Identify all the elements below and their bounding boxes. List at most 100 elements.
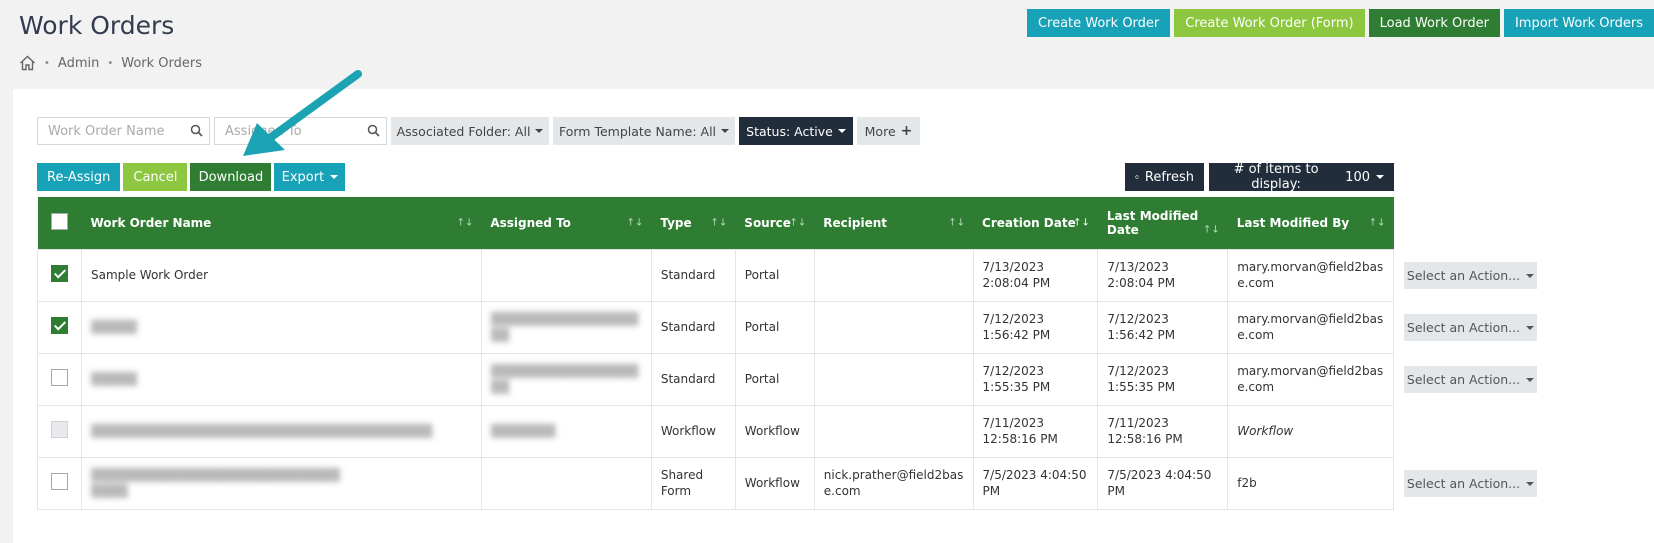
cell-recipient — [813, 248, 974, 302]
status-label: Status: Active — [746, 123, 833, 139]
table-row[interactable]: ▒▒▒▒▒ ▒▒▒▒▒▒▒▒▒▒▒▒▒▒▒▒ ▒▒ Standard Portal… — [37, 300, 1394, 354]
export-label: Export — [281, 169, 325, 185]
cell-recipient: nick.prather@field2base.com — [813, 456, 974, 510]
cell-assigned — [480, 248, 652, 302]
sort-icon: ↑↓ — [789, 217, 807, 229]
reassign-button[interactable]: Re-Assign — [37, 163, 121, 191]
col-label: Last Modified — [1106, 208, 1199, 223]
row-select — [37, 456, 82, 510]
select-all-checkbox[interactable] — [50, 212, 68, 230]
col-label: Creation Date — [982, 215, 1076, 230]
home-icon[interactable] — [19, 55, 36, 71]
sort-icon: ↑↓ — [1202, 224, 1220, 236]
cell-source: Portal — [734, 352, 815, 406]
caret-down-icon — [1526, 377, 1535, 382]
cell-modified-by: f2b — [1227, 456, 1394, 510]
row-select — [37, 248, 82, 302]
redacted-text: ▒▒▒▒▒▒▒ — [490, 424, 556, 438]
row-action-dropdown[interactable]: Select an Action... — [1404, 470, 1537, 497]
cell-name: ▒▒▒▒▒ — [80, 300, 482, 354]
redacted-text: ▒▒▒▒▒▒▒▒▒▒▒▒▒▒▒▒ ▒▒ — [490, 364, 639, 394]
row-action-dropdown[interactable]: Select an Action... — [1404, 314, 1537, 341]
create-work-order-form-button[interactable]: Create Work Order (Form) — [1174, 9, 1365, 37]
cell-modified-by: mary.morvan@field2base.com — [1227, 248, 1394, 302]
row-checkbox — [50, 420, 68, 438]
items-value: 100 — [1345, 169, 1370, 185]
cell-modified-by: mary.morvan@field2base.com — [1227, 352, 1394, 406]
select-all-header — [37, 197, 82, 249]
items-to-display-dropdown[interactable]: # of items to display: 100 — [1209, 162, 1394, 192]
table-row[interactable]: ▒▒▒▒▒▒▒▒▒▒▒▒▒▒▒▒▒▒▒▒▒▒▒▒▒▒▒▒▒▒▒▒▒▒▒▒▒ ▒▒… — [37, 404, 1394, 458]
caret-down-icon — [837, 129, 846, 133]
row-checkbox[interactable] — [50, 368, 68, 386]
status-filter[interactable]: Status: Active — [739, 117, 853, 145]
form-template-label: Form Template Name: All — [558, 123, 717, 139]
cell-modified: 7/12/2023 1:56:42 PM — [1097, 300, 1229, 354]
col-last-modified-by[interactable]: Last Modified By ↑↓ — [1227, 197, 1394, 249]
sort-icon: ↑↓ — [1368, 217, 1386, 229]
row-action-column: Select an Action... — [1404, 470, 1537, 497]
row-action-dropdown[interactable]: Select an Action... — [1404, 366, 1537, 393]
breadcrumb-work-orders: Work Orders — [121, 55, 203, 71]
row-checkbox[interactable] — [50, 264, 68, 282]
row-checkbox[interactable] — [50, 472, 68, 490]
more-filters-button[interactable]: More + — [857, 117, 920, 145]
sort-icon: ↑↓ — [1073, 217, 1090, 229]
search-icon[interactable] — [190, 124, 203, 137]
breadcrumb-admin[interactable]: Admin — [58, 56, 99, 71]
cell-created: 7/13/2023 2:08:04 PM — [972, 248, 1099, 302]
cell-assigned: ▒▒▒▒▒▒▒▒▒▒▒▒▒▒▒▒ ▒▒ — [480, 300, 652, 354]
work-orders-table: Work Order Name ↑↓ Assigned To ↑↓ Type ↑↓ S… — [37, 197, 1394, 510]
caret-down-icon — [1526, 325, 1535, 330]
col-work-order-name[interactable]: Work Order Name ↑↓ — [81, 197, 482, 249]
col-label: Source — [744, 215, 791, 230]
caret-down-icon — [535, 129, 544, 133]
import-work-orders-button[interactable]: Import Work Orders — [1503, 9, 1654, 37]
redacted-text: ▒▒▒▒▒▒▒▒▒▒▒▒▒▒▒▒ ▒▒ — [490, 312, 639, 342]
col-label: Date — [1106, 222, 1139, 237]
cell-modified: 7/11/2023 12:58:16 PM — [1097, 404, 1229, 458]
cell-recipient — [813, 300, 974, 354]
cell-modified-by: mary.morvan@field2base.com — [1227, 300, 1394, 354]
form-template-filter[interactable]: Form Template Name: All — [553, 117, 735, 145]
cell-type: Shared Form — [650, 456, 736, 510]
row-action-dropdown[interactable]: Select an Action... — [1404, 262, 1537, 289]
breadcrumb-separator: • — [44, 57, 50, 69]
cell-created: 7/11/2023 12:58:16 PM — [972, 404, 1099, 458]
cell-modified: 7/13/2023 2:08:04 PM — [1097, 248, 1229, 302]
items-label: # of items to display: — [1233, 162, 1319, 192]
row-action-column: Select an Action... — [1404, 366, 1537, 393]
refresh-button[interactable]: Refresh — [1125, 163, 1204, 191]
work-order-name-search — [37, 117, 210, 145]
col-last-modified-date[interactable]: Last Modified Date ↑↓ — [1097, 197, 1228, 249]
sort-icon: ↑↓ — [456, 217, 474, 229]
redacted-text: ▒▒▒▒▒ — [90, 372, 138, 386]
cell-name: ▒▒▒▒▒ — [80, 352, 482, 406]
table-row[interactable]: ▒▒▒▒▒▒▒▒▒▒▒▒▒▒▒▒▒▒▒▒▒▒▒▒▒▒▒ ▒▒▒▒ Shared F… — [37, 456, 1394, 510]
col-creation-date[interactable]: Creation Date ↑↓ — [973, 197, 1098, 249]
table-row[interactable]: Sample Work Order Standard Portal 7/13/2… — [37, 248, 1394, 302]
col-label: Assigned To — [490, 215, 571, 230]
cell-source: Workflow — [734, 456, 815, 510]
table-row[interactable]: ▒▒▒▒▒ ▒▒▒▒▒▒▒▒▒▒▒▒▒▒▒▒ ▒▒ Standard Portal… — [37, 352, 1394, 406]
col-recipient[interactable]: Recipient ↑↓ — [814, 197, 974, 249]
row-action-label: Select an Action... — [1406, 476, 1521, 491]
caret-down-icon — [721, 129, 730, 133]
caret-down-icon — [1526, 481, 1535, 486]
cell-source: Portal — [734, 300, 815, 354]
cell-assigned: ▒▒▒▒▒▒▒ — [480, 404, 652, 458]
col-assigned-to[interactable]: Assigned To ↑↓ — [481, 197, 652, 249]
col-type[interactable]: Type ↑↓ — [651, 197, 736, 249]
associated-folder-filter[interactable]: Associated Folder: All — [391, 117, 549, 145]
load-work-order-button[interactable]: Load Work Order — [1368, 9, 1500, 37]
row-action-label: Select an Action... — [1406, 372, 1521, 387]
cancel-button[interactable]: Cancel — [123, 163, 188, 191]
row-checkbox[interactable] — [50, 316, 68, 334]
cell-source: Workflow — [734, 404, 815, 458]
create-work-order-button[interactable]: Create Work Order — [1026, 9, 1171, 37]
col-source[interactable]: Source ↑↓ — [735, 197, 815, 249]
col-label: Recipient — [823, 215, 888, 230]
associated-folder-label: Associated Folder: All — [396, 123, 531, 139]
caret-down-icon — [330, 175, 339, 179]
work-order-name-input[interactable] — [38, 118, 209, 144]
